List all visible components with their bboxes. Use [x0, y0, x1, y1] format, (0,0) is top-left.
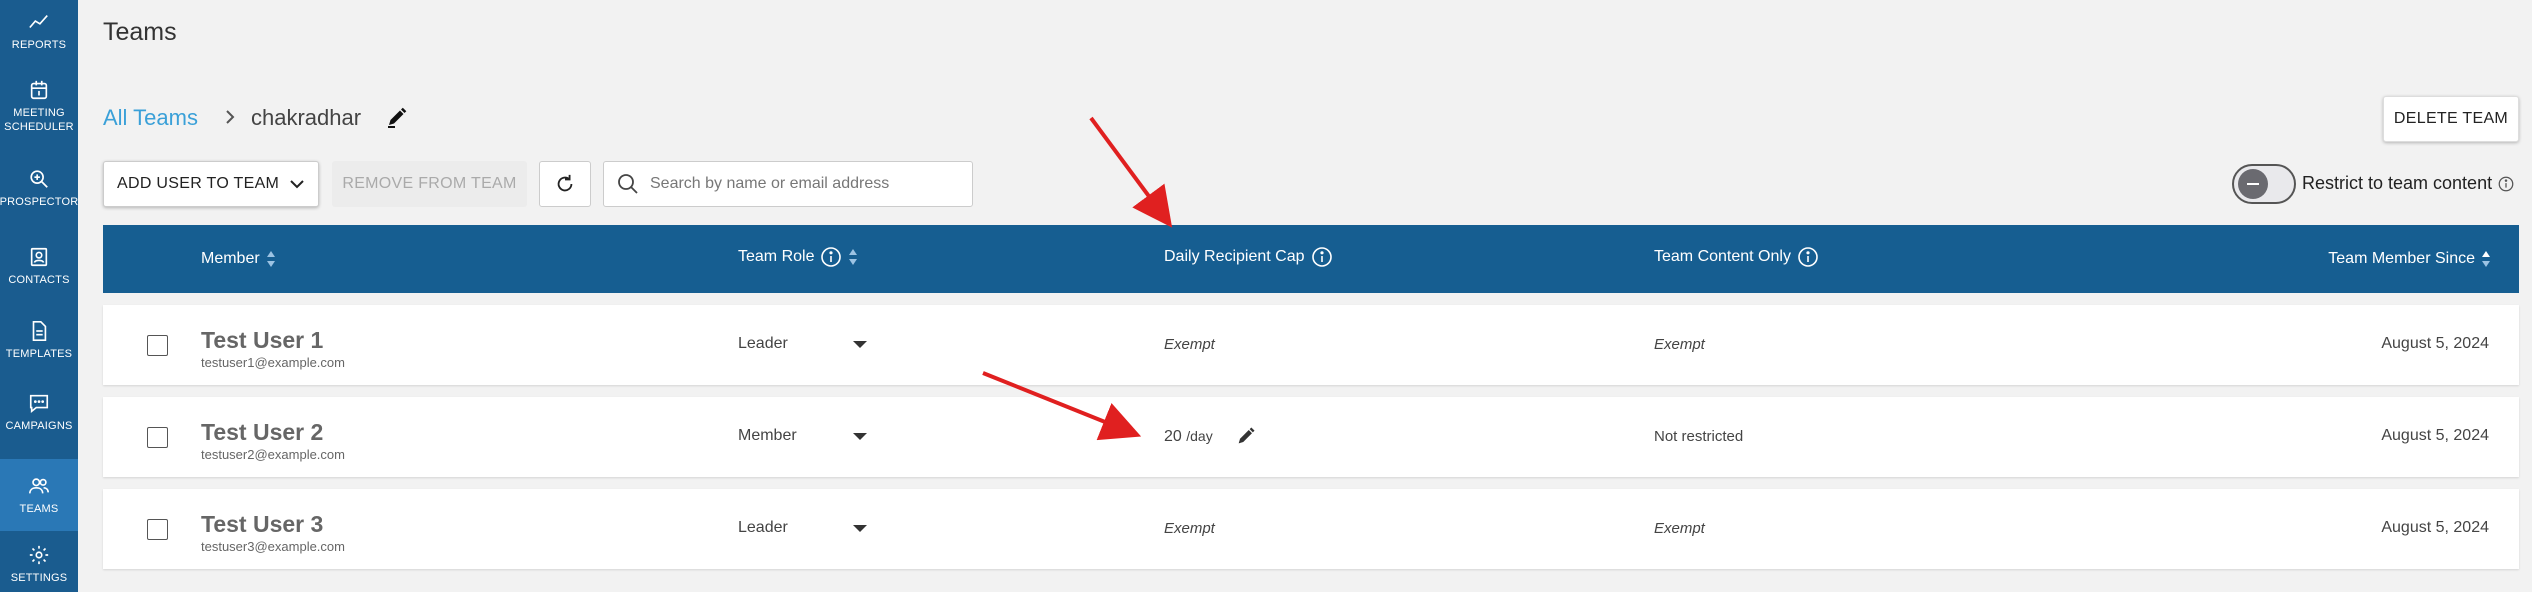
content-only-value: Not restricted	[1654, 428, 1744, 445]
toggle-knob	[2238, 169, 2268, 199]
caret-down-icon[interactable]	[853, 341, 867, 349]
content-only-value: Exempt	[1654, 336, 1705, 353]
column-daily-recipient-cap: Daily Recipient Cap	[1164, 246, 1333, 268]
refresh-icon	[557, 174, 573, 192]
row-checkbox[interactable]	[147, 335, 168, 356]
column-team-member-since[interactable]: Team Member Since	[2328, 250, 2491, 268]
document-icon	[32, 320, 47, 341]
search-plus-icon	[30, 169, 48, 188]
sidebar-item-teams[interactable]: TEAMS	[0, 459, 78, 531]
remove-from-team-button[interactable]: REMOVE FROM TEAM	[332, 161, 527, 207]
member-email: testuser3@example.com	[201, 539, 345, 554]
table-row: Test User 2 testuser2@example.com Member…	[103, 397, 2519, 477]
column-label: Team Content Only	[1654, 248, 1791, 265]
sidebar-item-label: TEAMS	[19, 502, 59, 515]
role-select[interactable]: Leader	[738, 335, 788, 353]
restrict-toggle[interactable]	[2232, 164, 2296, 204]
sidebar-item-label: CAMPAIGNS	[5, 419, 73, 432]
sidebar-item-label: REPORTS	[11, 38, 67, 51]
sidebar-item-prospector[interactable]: PROSPECTOR	[0, 152, 78, 224]
table-header: Member Team Role Daily Recipient Cap Tea…	[103, 225, 2519, 293]
content-only-value: Exempt	[1654, 520, 1705, 537]
column-label: Team Role	[738, 248, 815, 265]
sort-icon[interactable]	[266, 250, 276, 268]
column-member[interactable]: Member	[201, 250, 276, 268]
sidebar-item-label: TEMPLATES	[5, 347, 73, 360]
member-email: testuser1@example.com	[201, 355, 345, 370]
search-icon	[618, 174, 638, 194]
info-icon[interactable]	[1797, 246, 1819, 268]
refresh-button[interactable]	[539, 161, 591, 207]
people-icon	[29, 477, 49, 493]
cap-number: 20	[1164, 428, 1182, 445]
sidebar-item-meeting-scheduler[interactable]: MEETING SCHEDULER	[0, 64, 78, 148]
caret-down-icon[interactable]	[853, 433, 867, 441]
info-icon[interactable]	[1311, 246, 1333, 268]
member-name: Test User 1	[201, 327, 324, 353]
member-since: August 5, 2024	[2381, 335, 2489, 352]
add-user-to-team-button[interactable]: ADD USER TO TEAM	[103, 161, 319, 207]
chevron-down-icon	[290, 180, 304, 189]
add-user-to-team-label: ADD USER TO TEAM	[117, 175, 280, 192]
role-select[interactable]: Leader	[738, 519, 788, 537]
row-checkbox[interactable]	[147, 427, 168, 448]
member-email: testuser2@example.com	[201, 447, 345, 462]
column-label: Team Member Since	[2328, 250, 2475, 267]
sidebar-item-label: CONTACTS	[8, 273, 70, 286]
caret-down-icon[interactable]	[853, 525, 867, 533]
sidebar-item-settings[interactable]: SETTINGS	[0, 536, 78, 592]
search-input[interactable]	[650, 175, 960, 193]
pencil-icon[interactable]	[385, 105, 409, 129]
info-icon[interactable]	[820, 246, 842, 268]
daily-cap-value: Exempt	[1164, 520, 1215, 537]
calendar-icon	[30, 80, 48, 99]
member-since: August 5, 2024	[2381, 427, 2489, 444]
column-team-role[interactable]: Team Role	[738, 246, 858, 268]
table-row: Test User 3 testuser3@example.com Leader…	[103, 489, 2519, 569]
member-name: Test User 3	[201, 511, 324, 537]
role-select[interactable]: Member	[738, 427, 797, 445]
column-team-content-only: Team Content Only	[1654, 246, 1819, 268]
chart-line-icon	[29, 14, 48, 28]
sidebar-item-reports[interactable]: REPORTS	[0, 0, 78, 62]
annotation-arrow	[1089, 116, 1173, 228]
sort-icon[interactable]	[848, 248, 858, 266]
sidebar: REPORTS MEETING SCHEDULER PROSPECTOR CON…	[0, 0, 78, 592]
contact-card-icon	[30, 247, 48, 266]
breadcrumb-current-team: chakradhar	[251, 105, 362, 130]
breadcrumb-all-teams-link[interactable]: All Teams	[103, 105, 198, 131]
gear-icon	[29, 545, 49, 564]
chevron-right-icon	[226, 110, 235, 124]
sidebar-item-campaigns[interactable]: CAMPAIGNS	[0, 376, 78, 448]
daily-cap-value: 20 /day	[1164, 428, 1213, 446]
restrict-label: Restrict to team content	[2302, 173, 2493, 193]
info-icon[interactable]	[2497, 175, 2515, 193]
column-label: Member	[201, 250, 260, 267]
sidebar-item-label: MEETING SCHEDULER	[4, 106, 74, 133]
member-since: August 5, 2024	[2381, 519, 2489, 536]
daily-cap-value: Exempt	[1164, 336, 1215, 353]
table-row: Test User 1 testuser1@example.com Leader…	[103, 305, 2519, 385]
sidebar-item-label: SETTINGS	[10, 571, 68, 584]
delete-team-button[interactable]: DELETE TEAM	[2383, 96, 2519, 142]
page-title: Teams	[103, 18, 177, 46]
sort-icon[interactable]	[2481, 250, 2491, 268]
pencil-icon[interactable]	[1235, 425, 1257, 447]
sidebar-item-label: PROSPECTOR	[0, 195, 79, 208]
row-checkbox[interactable]	[147, 519, 168, 540]
cap-unit: /day	[1186, 428, 1213, 444]
search-box	[603, 161, 973, 207]
column-label: Daily Recipient Cap	[1164, 248, 1305, 265]
sidebar-item-contacts[interactable]: CONTACTS	[0, 230, 78, 302]
member-name: Test User 2	[201, 419, 324, 445]
chat-bubble-icon	[29, 394, 49, 413]
sidebar-item-templates[interactable]: TEMPLATES	[0, 304, 78, 376]
